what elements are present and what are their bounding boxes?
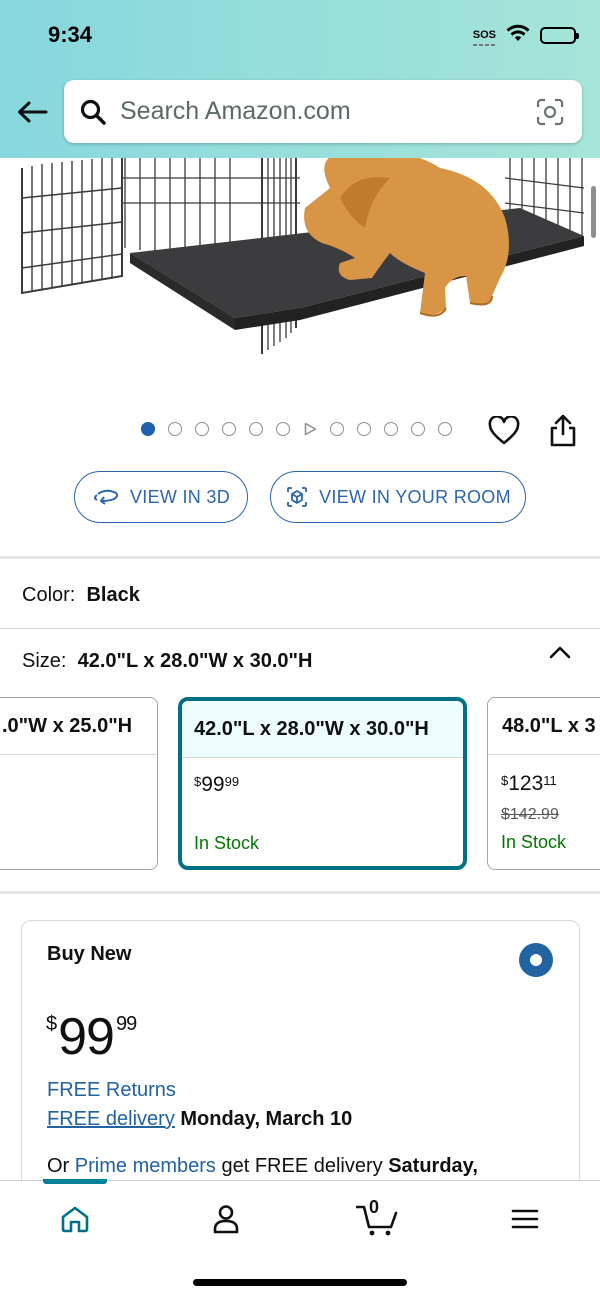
cart-count-badge: 0 xyxy=(369,1197,380,1217)
camera-lens-icon[interactable] xyxy=(536,97,566,127)
home-icon xyxy=(61,1206,89,1233)
back-button[interactable] xyxy=(14,94,50,130)
hamburger-menu-icon xyxy=(511,1209,539,1229)
free-delivery-link[interactable]: FREE delivery xyxy=(47,1108,175,1130)
bottom-navigation: 0 xyxy=(0,1179,600,1299)
size-option-card[interactable]: .0"W x 25.0"H xyxy=(0,697,158,870)
product-image[interactable] xyxy=(0,158,600,408)
carousel-dot[interactable] xyxy=(195,422,209,436)
wishlist-heart-icon[interactable] xyxy=(488,415,520,448)
nav-cart[interactable]: 0 xyxy=(355,1197,399,1239)
size-option-name: 42.0"L x 28.0"W x 30.0"H xyxy=(182,701,463,758)
rotate-3d-icon xyxy=(92,489,120,505)
home-indicator-bar xyxy=(193,1279,407,1286)
carousel-dot[interactable] xyxy=(330,422,344,436)
section-divider xyxy=(0,628,600,629)
stock-status: In Stock xyxy=(194,833,260,853)
view-in-3d-button[interactable]: VIEW IN 3D xyxy=(74,471,248,523)
color-label: Color: xyxy=(22,584,76,606)
section-divider xyxy=(0,556,600,559)
nav-home[interactable] xyxy=(55,1199,95,1239)
size-label: Size: xyxy=(22,650,67,672)
search-input[interactable]: Search Amazon.com xyxy=(120,97,536,126)
ar-cube-icon xyxy=(285,485,309,509)
arrow-left-icon xyxy=(18,101,48,123)
delivery-date: Monday, March 10 xyxy=(180,1108,353,1130)
prime-delivery-date: Saturday, xyxy=(388,1155,478,1177)
buy-new-radio[interactable] xyxy=(519,943,553,977)
sos-indicator: SOS xyxy=(472,29,496,46)
buy-new-box[interactable]: Buy New $99 99 FREE Returns FREE delivery… xyxy=(21,920,580,1220)
image-carousel-dots[interactable] xyxy=(141,422,452,436)
status-icons: SOS xyxy=(472,24,579,47)
battery-icon xyxy=(540,27,579,44)
view-in-3d-label: VIEW IN 3D xyxy=(129,486,230,507)
chevron-up-icon[interactable] xyxy=(548,644,572,662)
carousel-dot[interactable] xyxy=(249,422,263,436)
size-option-card-selected[interactable]: 42.0"L x 28.0"W x 30.0"H $9999 In Stock xyxy=(178,697,467,870)
status-time: 9:34 xyxy=(48,22,93,47)
section-divider xyxy=(0,891,600,894)
page-scrollbar[interactable] xyxy=(591,186,596,238)
wifi-icon xyxy=(506,24,530,47)
search-bar[interactable]: Search Amazon.com xyxy=(64,80,582,143)
buy-new-title: Buy New xyxy=(47,943,132,965)
size-option-price: $12311 xyxy=(501,772,557,795)
size-option-card[interactable]: 48.0"L x 3 $12311 $142.99 In Stock xyxy=(487,697,600,870)
carousel-dot[interactable] xyxy=(276,422,290,436)
size-option-price: $9999 xyxy=(194,773,240,796)
search-icon xyxy=(80,98,108,126)
carousel-dot[interactable] xyxy=(168,422,182,436)
share-icon[interactable] xyxy=(548,414,578,448)
carousel-dot[interactable] xyxy=(411,422,425,436)
prime-delivery-line: Or Prime members get FREE delivery Satur… xyxy=(47,1155,478,1177)
delivery-line: FREE delivery Monday, March 10 xyxy=(47,1108,352,1131)
size-row[interactable]: Size: 42.0"L x 28.0"W x 30.0"H xyxy=(22,650,312,673)
carousel-dot[interactable] xyxy=(357,422,371,436)
size-value: 42.0"L x 28.0"W x 30.0"H xyxy=(77,650,313,672)
user-icon xyxy=(213,1205,239,1234)
color-row[interactable]: Color: Black xyxy=(22,584,140,607)
view-in-your-room-label: VIEW IN YOUR ROOM xyxy=(319,486,511,507)
carousel-dot-active[interactable] xyxy=(141,422,155,436)
active-tab-indicator xyxy=(43,1179,107,1184)
carousel-dot[interactable] xyxy=(384,422,398,436)
carousel-dot[interactable] xyxy=(222,422,236,436)
app-header: 9:34 SOS Search Amazon.com xyxy=(0,0,600,158)
buy-new-price: $99 99 xyxy=(46,1008,137,1066)
size-option-name: 48.0"L x 3 xyxy=(488,698,600,755)
carousel-dot[interactable] xyxy=(438,422,452,436)
video-play-icon[interactable] xyxy=(303,422,317,436)
prime-members-link[interactable]: Prime members xyxy=(75,1155,216,1177)
nav-account[interactable] xyxy=(206,1199,246,1239)
nav-menu[interactable] xyxy=(505,1199,545,1239)
color-value: Black xyxy=(86,584,140,606)
size-option-name: .0"W x 25.0"H xyxy=(0,698,157,755)
free-returns-link[interactable]: FREE Returns xyxy=(47,1079,176,1102)
stock-status: In Stock xyxy=(501,832,567,852)
list-price: $142.99 xyxy=(501,806,559,823)
view-in-your-room-button[interactable]: VIEW IN YOUR ROOM xyxy=(270,471,526,523)
